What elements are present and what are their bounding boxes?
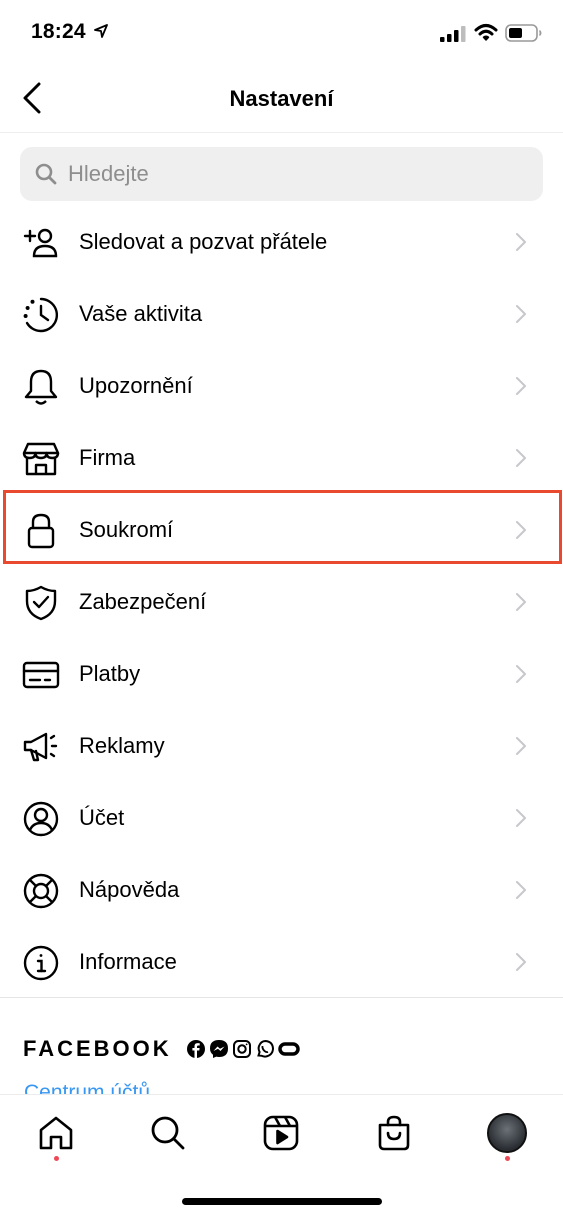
chevron-right-icon	[516, 233, 526, 251]
search-icon	[151, 1116, 185, 1150]
shield-check-icon	[22, 584, 60, 622]
search-bar[interactable]	[20, 147, 543, 201]
menu-item-payments[interactable]: Platby	[0, 638, 563, 710]
tab-home[interactable]	[34, 1111, 78, 1155]
menu-item-label: Firma	[79, 445, 136, 470]
wifi-icon	[474, 24, 498, 41]
menu-item-label: Soukromí	[79, 517, 174, 542]
chevron-right-icon	[516, 521, 526, 539]
page-title: Nastavení	[229, 86, 334, 111]
avatar	[487, 1113, 527, 1153]
menu-item-label: Nápověda	[79, 877, 180, 902]
bell-icon	[22, 368, 60, 406]
oculus-icon	[277, 1042, 300, 1056]
menu-item-label: Platby	[79, 661, 141, 686]
chevron-right-icon	[516, 953, 526, 971]
tab-search[interactable]	[146, 1111, 190, 1155]
home-indicator	[182, 1198, 382, 1205]
facebook-wordmark: FACEBOOK	[23, 1036, 172, 1061]
home-icon	[39, 1116, 73, 1150]
menu-item-your-activity[interactable]: Vaše aktivita	[0, 278, 563, 350]
home-notification-dot	[54, 1156, 59, 1161]
menu-item-account[interactable]: Účet	[0, 782, 563, 854]
info-icon	[22, 944, 60, 982]
menu-item-privacy[interactable]: Soukromí	[0, 494, 563, 566]
lifebuoy-icon	[22, 872, 60, 910]
search-icon	[35, 163, 57, 185]
menu-item-label: Informace	[79, 949, 177, 974]
megaphone-icon	[22, 728, 60, 766]
menu-item-ads[interactable]: Reklamy	[0, 710, 563, 782]
chevron-right-icon	[516, 881, 526, 899]
search-input[interactable]	[68, 147, 528, 201]
activity-clock-icon	[22, 296, 60, 334]
profile-notification-dot	[505, 1156, 510, 1161]
shop-icon	[22, 440, 60, 478]
menu-item-label: Reklamy	[79, 733, 165, 758]
menu-item-business[interactable]: Firma	[0, 422, 563, 494]
reels-icon	[263, 1115, 299, 1151]
tab-profile[interactable]	[485, 1111, 529, 1155]
battery-icon	[505, 24, 542, 42]
menu-item-label: Upozornění	[79, 373, 193, 398]
navigation-bar: Nastavení	[0, 66, 563, 133]
credit-card-icon	[22, 656, 60, 694]
menu-item-label: Účet	[79, 805, 125, 830]
status-time: 18:24	[31, 20, 86, 43]
tab-shop[interactable]	[372, 1111, 416, 1155]
settings-menu: Sledovat a pozvat přátele Vaše aktivita …	[0, 206, 563, 998]
menu-item-follow-invite[interactable]: Sledovat a pozvat přátele	[0, 206, 563, 278]
chevron-right-icon	[516, 593, 526, 611]
menu-item-label: Sledovat a pozvat přátele	[79, 229, 328, 254]
status-bar: 18:24	[0, 0, 563, 66]
menu-item-notifications[interactable]: Upozornění	[0, 350, 563, 422]
chevron-right-icon	[516, 449, 526, 467]
tab-reels[interactable]	[259, 1111, 303, 1155]
chevron-right-icon	[516, 737, 526, 755]
menu-item-label: Vaše aktivita	[79, 301, 203, 326]
lock-icon	[22, 512, 60, 550]
menu-item-security[interactable]: Zabezpečení	[0, 566, 563, 638]
cellular-signal-icon	[440, 26, 466, 42]
section-divider	[0, 997, 563, 998]
shopping-bag-icon	[378, 1115, 410, 1151]
add-person-icon	[22, 224, 60, 262]
chevron-right-icon	[516, 665, 526, 683]
account-circle-icon	[22, 800, 60, 838]
menu-item-about[interactable]: Informace	[0, 926, 563, 998]
instagram-icon	[232, 1040, 251, 1058]
chevron-right-icon	[516, 377, 526, 395]
menu-item-label: Zabezpečení	[79, 589, 207, 614]
chevron-right-icon	[516, 809, 526, 827]
facebook-brand-row: FACEBOOK	[23, 1036, 300, 1061]
whatsapp-icon	[256, 1039, 274, 1058]
messenger-icon	[209, 1040, 228, 1058]
accounts-center-link[interactable]: Centrum účtů	[24, 1080, 150, 1094]
location-arrow-icon	[94, 24, 108, 38]
facebook-icon	[186, 1040, 205, 1058]
menu-item-help[interactable]: Nápověda	[0, 854, 563, 926]
chevron-right-icon	[516, 305, 526, 323]
